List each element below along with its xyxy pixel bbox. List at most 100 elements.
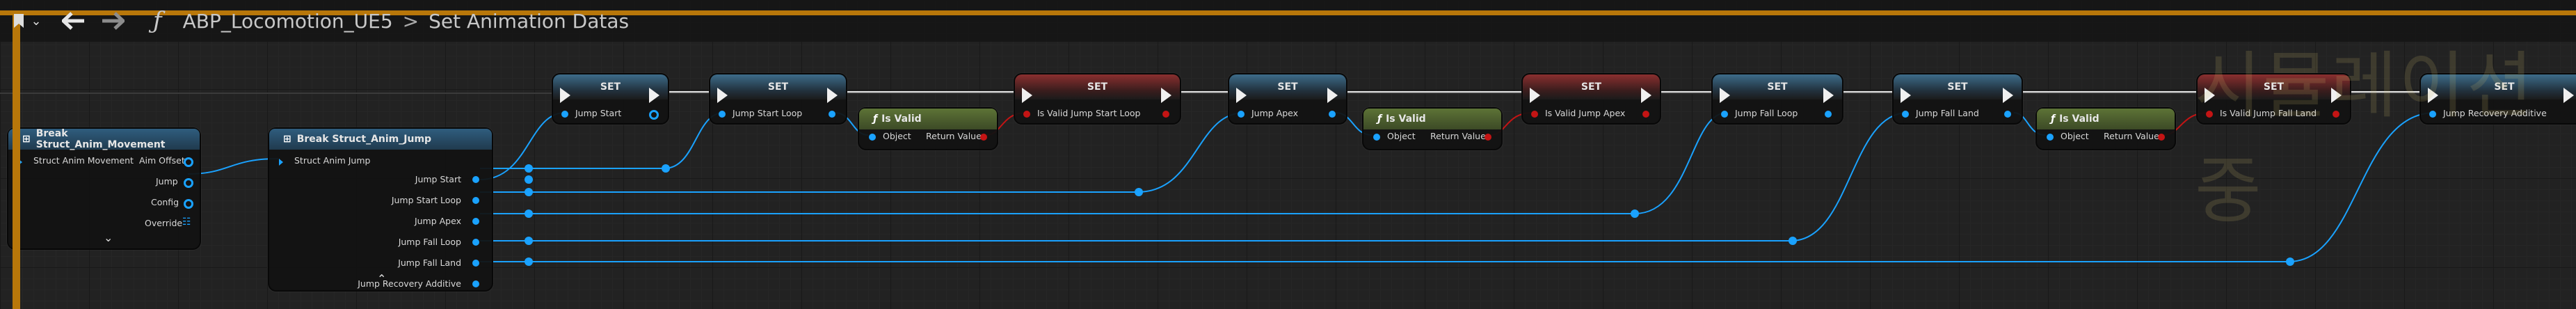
input-pin-icon[interactable] <box>1238 111 1245 118</box>
exec-in-pin-icon[interactable] <box>560 88 570 103</box>
node-title: Is Valid <box>2059 113 2099 125</box>
output-pin-icon[interactable] <box>1642 111 1649 118</box>
output-pin-icon[interactable] <box>184 157 193 167</box>
input-pin-icon[interactable] <box>1721 111 1728 118</box>
graph-border-left <box>13 10 20 309</box>
node-header: ⊞ Break Struct_Anim_Jump <box>269 129 492 150</box>
input-pin-icon[interactable] <box>2047 134 2054 141</box>
pin-label: Return Value <box>2104 131 2159 141</box>
exec-out-pin-icon[interactable] <box>1641 88 1651 103</box>
is-valid-node[interactable]: ƒ Is Valid Object Return Value <box>1362 107 1503 150</box>
pin-label: Config <box>151 197 179 207</box>
chevron-up-icon[interactable]: ⌃ <box>377 272 386 285</box>
pin-label: Aim Offset <box>139 155 185 166</box>
input-pin-icon[interactable] <box>869 134 876 141</box>
exec-out-pin-icon[interactable] <box>649 88 659 103</box>
exec-out-pin-icon[interactable] <box>827 88 838 103</box>
output-pin-icon[interactable] <box>2158 134 2165 141</box>
set-node-jump-fall-loop[interactable]: SET Jump Fall Loop <box>1711 73 1843 125</box>
pin-label: Jump Apex <box>414 216 461 226</box>
output-pin-icon[interactable] <box>649 110 659 120</box>
set-node-jump-start[interactable]: SET Jump Start <box>552 73 669 125</box>
exec-out-pin-icon[interactable] <box>1327 88 1338 103</box>
output-pin-icon[interactable] <box>472 260 479 267</box>
node-title: Is Valid <box>881 113 922 125</box>
function-icon: ƒ <box>1377 113 1382 125</box>
output-pin-icon[interactable] <box>472 218 479 225</box>
node-title: SET <box>1087 81 1108 93</box>
exec-in-pin-icon[interactable] <box>1720 88 1730 103</box>
node-title: Break Struct_Anim_Jump <box>296 134 432 145</box>
pin-label: Jump Fall Land <box>398 258 461 268</box>
output-pin-icon[interactable] <box>472 197 479 204</box>
pin-label: Is Valid Jump Start Loop <box>1037 108 1141 118</box>
pin-label: Jump Start Loop <box>733 108 803 118</box>
set-node-jump-start-loop[interactable]: SET Jump Start Loop <box>709 73 847 125</box>
output-pin-icon[interactable] <box>980 134 987 141</box>
breadcrumb-blueprint[interactable]: ABP_Locomotion_UE5 <box>183 10 393 33</box>
node-title: Is Valid <box>1386 113 1426 125</box>
pin-label: Jump Fall Loop <box>398 237 461 247</box>
reroute-knot <box>1631 209 1639 218</box>
output-pin-icon[interactable] <box>1162 111 1169 118</box>
output-pin-icon[interactable] <box>472 176 479 183</box>
input-pin-icon[interactable] <box>1023 111 1030 118</box>
break-struct-icon: ⊞ <box>283 134 291 145</box>
blueprint-graph-canvas[interactable]: ⊞ Break Struct_Anim_Movement Struct Anim… <box>0 0 2576 309</box>
reroute-knot <box>525 258 533 266</box>
output-pin-icon[interactable] <box>2004 111 2011 118</box>
node-header: ⊞ Break Struct_Anim_Movement <box>8 128 200 150</box>
back-arrow-icon[interactable] <box>54 12 93 30</box>
breadcrumb: ⌄ ƒ ABP_Locomotion_UE5 > Set Animation D… <box>0 0 629 42</box>
output-pin-icon[interactable] <box>184 199 193 209</box>
function-icon: ƒ <box>2051 113 2056 125</box>
forward-arrow-icon[interactable] <box>93 12 132 30</box>
reroute-knot <box>525 164 533 173</box>
exec-in-pin-icon[interactable] <box>1901 88 1911 103</box>
set-node-jump-fall-land[interactable]: SET Jump Fall Land <box>1892 73 2023 125</box>
exec-in-pin-icon[interactable] <box>1530 88 1540 103</box>
reroute-knot <box>525 209 533 218</box>
data-wire <box>187 158 279 175</box>
exec-out-pin-icon[interactable] <box>1823 88 1834 103</box>
is-valid-node[interactable]: ƒ Is Valid Object Return Value <box>858 107 998 150</box>
pin-label: Jump <box>156 176 178 187</box>
function-icon: ƒ <box>153 7 162 35</box>
input-pin-icon[interactable] <box>719 111 726 118</box>
node-title: SET <box>1277 81 1298 93</box>
input-pin-icon[interactable] <box>279 159 283 166</box>
exec-out-pin-icon[interactable] <box>1161 88 1171 103</box>
reroute-knot <box>525 188 533 196</box>
output-pin-icon[interactable] <box>184 178 193 188</box>
exec-in-pin-icon[interactable] <box>1022 88 1032 103</box>
input-pin-icon[interactable] <box>1531 111 1538 118</box>
set-node-is-valid-jump-apex[interactable]: SET Is Valid Jump Apex <box>1521 73 1661 125</box>
bookmark-icon[interactable] <box>8 13 29 29</box>
output-pin-icon[interactable] <box>1825 111 1832 118</box>
break-struct-jump-node[interactable]: ⊞ Break Struct_Anim_Jump Struct Anim Jum… <box>268 127 493 292</box>
set-node-is-valid-jump-start-loop[interactable]: SET Is Valid Jump Start Loop <box>1014 73 1181 125</box>
chevron-down-icon[interactable]: ⌄ <box>29 14 43 29</box>
exec-in-pin-icon[interactable] <box>717 88 728 103</box>
pin-label: Object <box>2061 131 2089 141</box>
set-node-jump-apex[interactable]: SET Jump Apex <box>1228 73 1347 125</box>
reroute-knot <box>1135 188 1143 196</box>
output-pin-icon[interactable] <box>829 111 835 118</box>
input-pin-icon[interactable] <box>1373 134 1380 141</box>
exec-in-pin-icon[interactable] <box>1236 88 1247 103</box>
output-pin-icon[interactable] <box>1485 134 1491 141</box>
input-pin-icon[interactable] <box>561 111 568 118</box>
node-title: SET <box>767 81 789 93</box>
map-pin-icon[interactable]: ☷ <box>182 216 191 228</box>
output-pin-icon[interactable] <box>472 280 479 287</box>
input-pin-icon[interactable] <box>1902 111 1909 118</box>
exec-out-pin-icon[interactable] <box>2003 88 2013 103</box>
break-struct-movement-node[interactable]: ⊞ Break Struct_Anim_Movement Struct Anim… <box>7 127 201 250</box>
node-title: SET <box>1947 81 1968 93</box>
chevron-down-icon[interactable]: ⌄ <box>104 231 113 244</box>
is-valid-node[interactable]: ƒ Is Valid Object Return Value <box>2035 107 2176 150</box>
node-title: Break Struct_Anim_Movement <box>35 128 166 150</box>
breadcrumb-function[interactable]: Set Animation Datas <box>429 10 629 33</box>
output-pin-icon[interactable] <box>472 239 479 246</box>
output-pin-icon[interactable] <box>1329 111 1336 118</box>
